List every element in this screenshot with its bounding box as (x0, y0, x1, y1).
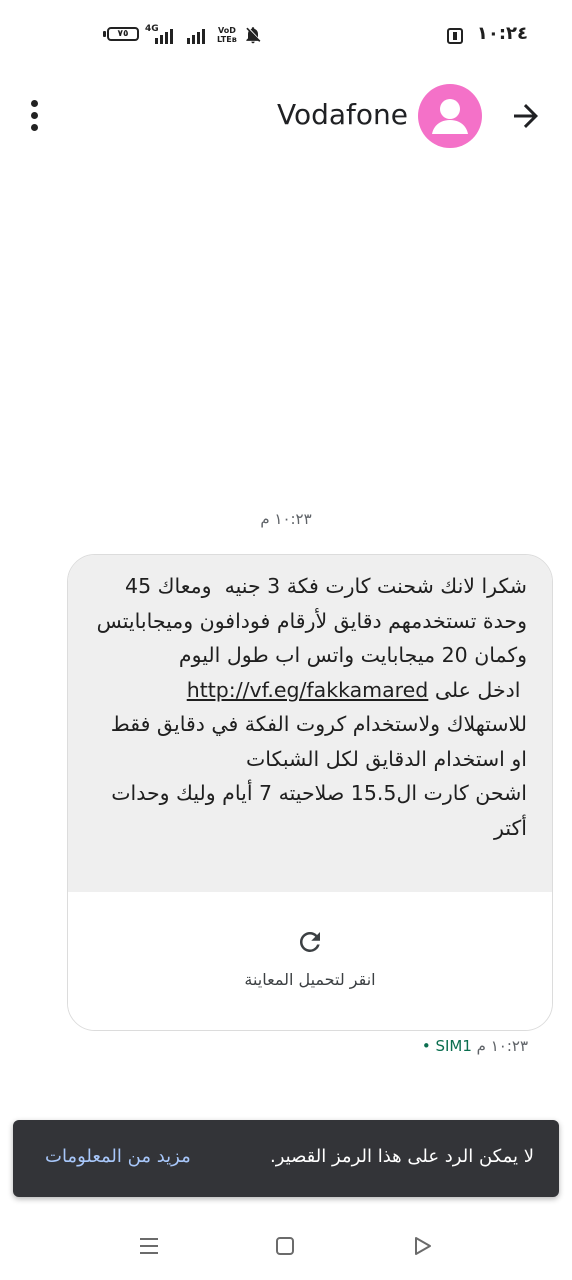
message-bubble[interactable]: شكرا لانك شحنت كارت فكة 3 جنيه ومعاك 45 … (67, 554, 553, 1031)
message-text-part2: للاستهلاك ولاستخدام كروت الفكة في دقايق … (110, 712, 527, 840)
volte-label-bottom: LTEʙ (217, 35, 237, 44)
message-time: ١٠:٢٣ م (476, 1037, 528, 1055)
more-vert-icon[interactable] (22, 98, 48, 134)
avatar[interactable] (418, 84, 482, 148)
signal-icon (155, 28, 173, 44)
screen-record-icon (447, 28, 463, 44)
status-bar: ٧٥ 4G VoD LTEʙ ١٠:٢٤ (0, 0, 572, 70)
message-meta: ١٠:٢٣ م SIM1 • (422, 1037, 528, 1055)
bell-off-icon (246, 27, 261, 44)
battery-icon: ٧٥ (107, 27, 139, 41)
battery-level: ٧٥ (117, 29, 129, 39)
volte-icon: VoD LTEʙ (217, 26, 237, 44)
home-icon[interactable] (273, 1234, 297, 1258)
refresh-icon (299, 932, 320, 952)
date-divider: ١٠:٢٣ م (260, 510, 312, 528)
messages-screen: ٧٥ 4G VoD LTEʙ ١٠:٢٤ Vodafone ١٠:٢٣ م شك… (0, 0, 572, 1280)
snackbar-message: لا يمكن الرد على هذا الرمز القصير. (269, 1146, 534, 1167)
navigation-bar (0, 1210, 572, 1280)
message-link[interactable]: http://vf.eg/fakkamared (187, 678, 429, 702)
back-triangle-icon[interactable] (410, 1234, 434, 1258)
volte-label-top: VoD (217, 26, 236, 35)
snackbar: لا يمكن الرد على هذا الرمز القصير. مزيد … (13, 1120, 559, 1197)
message-text: شكرا لانك شحنت كارت فكة 3 جنيه ومعاك 45 … (93, 569, 527, 845)
preview-label: انقر لتحميل المعاينة (244, 970, 376, 989)
message-body: شكرا لانك شحنت كارت فكة 3 جنيه ومعاك 45 … (68, 555, 552, 892)
sim-label: SIM1 • (421, 1037, 472, 1055)
clock: ١٠:٢٤ (476, 23, 528, 44)
contact-name[interactable]: Vodafone (277, 98, 408, 131)
link-preview[interactable]: انقر لتحميل المعاينة (68, 892, 552, 1030)
snackbar-more-info-button[interactable]: مزيد من المعلومات (45, 1146, 191, 1167)
person-icon (432, 99, 468, 134)
signal-icon-sim2 (187, 28, 205, 44)
battery-tip (103, 31, 106, 37)
recents-icon[interactable] (137, 1234, 161, 1258)
arrow-forward-icon[interactable] (508, 98, 544, 134)
conversation-header: Vodafone (0, 70, 572, 160)
